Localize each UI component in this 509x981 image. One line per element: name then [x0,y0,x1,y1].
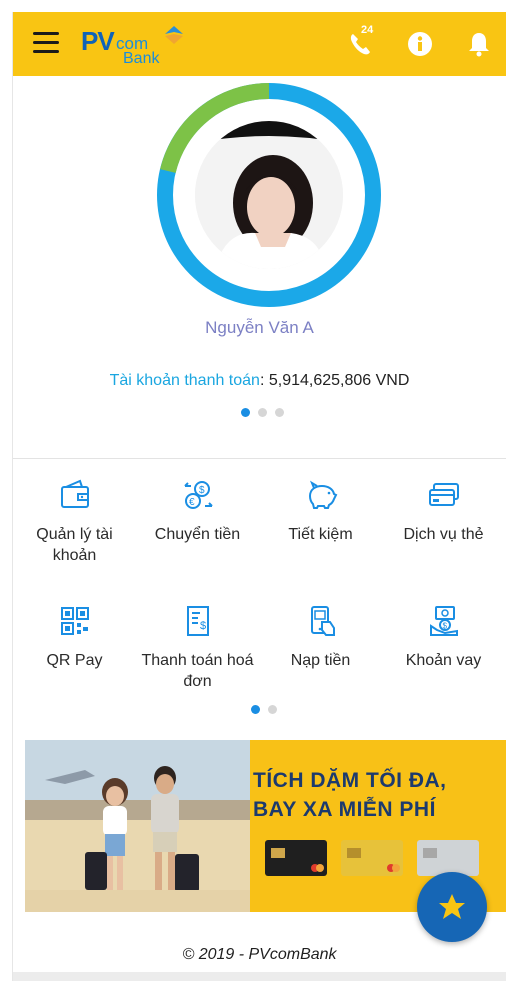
credit-cards-image [265,840,479,876]
bottom-bar [13,972,506,981]
carousel-dot[interactable] [258,408,267,417]
svg-text:$: $ [442,622,447,631]
user-name: Nguyễn Văn A [205,318,314,337]
phone-24-icon[interactable]: 24 [347,24,375,58]
currency-exchange-icon: $ € [183,481,213,509]
carousel-dot[interactable] [268,705,277,714]
menu-loan[interactable]: $ Khoản vay [382,604,505,671]
menu-label: Chuyển tiền [154,526,241,543]
footer-copyright: © 2019 - PVcomBank [182,946,337,963]
menu-label: Quản lý tài khoản [36,526,113,564]
svg-text:€: € [189,497,195,508]
menu-transfer[interactable]: $ € Chuyển tiền [136,478,259,545]
balance-value: : 5,914,625,806 VND [259,372,410,389]
banner-line-1: TÍCH DẶM TỐI ĐA, [253,769,447,792]
cards-icon [428,483,459,506]
travel-couple-illustration [25,740,250,912]
menu-savings[interactable]: Tiết kiệm [259,478,382,545]
pvcombank-logo: PV com Bank [81,22,201,68]
menu-label: Khoản vay [405,652,482,669]
menu-icon[interactable] [33,32,59,54]
phone-badge: 24 [361,24,374,36]
qr-code-icon [60,607,89,635]
menu-qr-pay[interactable]: QR Pay [13,604,136,671]
banner-line-2: BAY XA MIỄN PHÍ [253,798,436,821]
loan-icon: $ [429,606,458,636]
logo-bank-text: Bank [123,50,160,67]
menu-label: Tiết kiệm [288,526,353,543]
logo-mark-icon [165,26,183,44]
menu-label: Dịch vụ thẻ [403,526,484,543]
menu-card-services[interactable]: Dịch vụ thẻ [382,478,505,545]
svg-text:$: $ [200,620,206,632]
wallet-icon [60,479,89,508]
bill-icon: $ [186,606,209,636]
svg-text:$: $ [199,485,205,496]
user-avatar[interactable] [195,121,343,269]
account-balance: Tài khoản thanh toán: 5,914,625,806 VND [13,372,506,390]
balance-label: Tài khoản thanh toán [109,372,260,389]
menu-bill-payment[interactable]: $ Thanh toán hoá đơn [136,604,259,692]
carousel-dot[interactable] [251,705,260,714]
app-header: PV com Bank 24 [13,12,506,76]
menu-topup[interactable]: Nạp tiền [259,604,382,671]
favorites-fab[interactable] [417,872,487,942]
carousel-dot[interactable] [275,408,284,417]
menu-label: QR Pay [46,652,103,669]
info-icon[interactable] [406,30,434,58]
account-carousel-dots[interactable] [241,408,284,417]
banner-headline: TÍCH DẶM TỐI ĐA, BAY XA MIỄN PHÍ [253,766,446,824]
topup-phone-icon [310,606,335,636]
star-icon [439,894,465,919]
menu-label: Nạp tiền [290,652,351,669]
section-divider [13,458,506,459]
app-screen: PV com Bank 24 Nguyễn Văn A Tài khoản th… [12,12,506,981]
carousel-dot[interactable] [241,408,250,417]
logo-pv-text: PV [81,26,115,56]
menu-carousel-dots[interactable] [251,705,277,714]
bell-icon[interactable] [465,30,493,58]
menu-label: Thanh toán hoá đơn [141,652,254,690]
menu-account-management[interactable]: Quản lý tài khoản [13,478,136,566]
piggy-bank-icon [308,480,337,509]
